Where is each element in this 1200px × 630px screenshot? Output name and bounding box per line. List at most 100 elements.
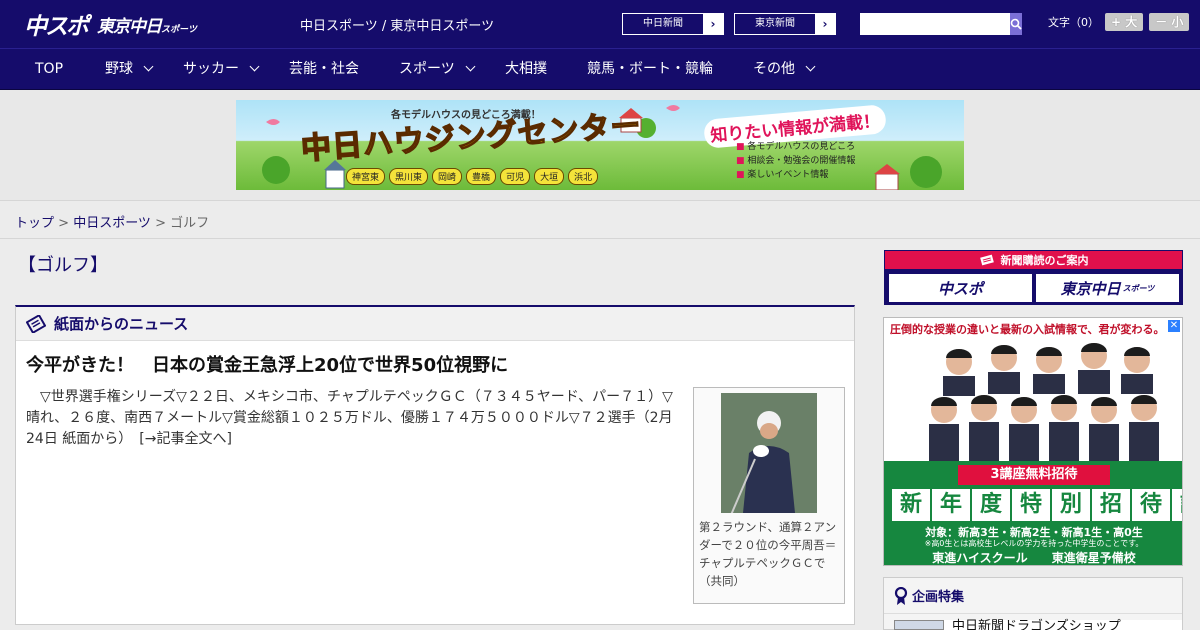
housing-ad-item: 楽しいイベント情報 (736, 168, 855, 182)
feature-label: 企画特集 (912, 590, 965, 605)
toshin-ad-char: 講 (1172, 489, 1182, 521)
golfer-photo-illustration (721, 393, 817, 513)
toshin-ad-tagline: 圧倒的な授業の違いと最新の入試情報で、君が変わる。 (890, 323, 1165, 336)
toshin-ad-char: 年 (932, 489, 970, 521)
feature-item-label: 中日新聞ドラゴンズショップ (952, 619, 1121, 630)
newspaper-icon (26, 314, 46, 333)
toshin-ad-badge: 3講座無料招待 (958, 465, 1110, 485)
nav-label: 大相撲 (505, 61, 547, 77)
chevron-right-icon: › (703, 14, 723, 34)
breadcrumb-section-link[interactable]: 中日スポーツ (73, 216, 151, 231)
nav-item-entertainment[interactable]: 芸能・社会 (289, 49, 359, 90)
chunichi-shimbun-link[interactable]: 中日新聞 › (622, 13, 724, 35)
toshin-ad-char: 特 (1012, 489, 1050, 521)
feature-header: 企画特集 (884, 578, 1182, 614)
toshin-ad-char: 新 (892, 489, 930, 521)
font-size-controls: 文字（0） + 大 － 小 (1048, 13, 1190, 31)
logo-tokyo-sub: スポーツ (161, 24, 197, 35)
font-size-label: 文字（0） (1048, 16, 1099, 29)
toshin-ad-char: 度 (972, 489, 1010, 521)
search-icon (1010, 18, 1022, 30)
news-section-label: 紙面からのニュース (54, 315, 189, 333)
housing-ad-city: 大垣 (534, 168, 565, 185)
toshin-ad-green-panel: 3講座無料招待 新 年 度 特 別 招 待 講 習 対象：新高3生・新高2生・新… (884, 461, 1182, 565)
housing-ad-city: 岡崎 (432, 168, 463, 185)
housing-ad-item: 相談会・勉強会の開催情報 (736, 154, 855, 168)
breadcrumb: トップ > 中日スポーツ > ゴルフ (15, 212, 209, 231)
housing-ad-city: 豊橋 (466, 168, 497, 185)
chevron-down-icon (805, 61, 816, 72)
breadcrumb-separator: > (54, 216, 74, 231)
font-smaller-button[interactable]: － 小 (1149, 13, 1190, 31)
search-button[interactable] (1010, 13, 1022, 35)
photo-caption: 第２ラウンド、通算２アンダーで２０位の今平周吾＝チャプルテペックＧＣで（共同） (699, 520, 837, 588)
housing-ad-city: 可児 (500, 168, 531, 185)
chevron-down-icon (249, 61, 260, 72)
subscription-header: 新聞購読のご案内 (885, 251, 1182, 269)
nav-item-top[interactable]: TOP (35, 49, 63, 90)
nav-label: 競馬・ボート・競輪 (587, 61, 713, 77)
ribbon-icon (894, 586, 908, 605)
housing-center-ad[interactable]: 各モデルハウスの見どころ満載！ 中日ハウジングセンター 知りたい情報が満載！ 各… (236, 100, 964, 190)
read-more-link[interactable]: [→記事全文へ] (139, 431, 232, 447)
font-bigger-button[interactable]: + 大 (1105, 13, 1144, 31)
feature-item[interactable]: 中日新聞ドラゴンズショップ (894, 620, 1182, 630)
housing-ad-cities: 神宮東 黒川東 岡崎 豊橋 可児 大垣 浜北 (346, 168, 599, 185)
subscription-banner[interactable]: 新聞購読のご案内 中スポ 東京中日 スポーツ (884, 250, 1183, 305)
ad-close-icon[interactable]: ✕ (1168, 320, 1180, 332)
nav-item-racing[interactable]: 競馬・ボート・競輪 (587, 49, 713, 90)
nav-item-baseball[interactable]: 野球 (105, 49, 154, 90)
toshin-ad-brand: 東進ハイスクール 東進衛星予備校 (932, 551, 1136, 565)
nav-label: スポーツ (399, 61, 455, 77)
subscription-label: 新聞購読のご案内 (1000, 254, 1089, 267)
chevron-down-icon (143, 61, 154, 72)
toshin-teachers-illustration (929, 343, 1159, 462)
breadcrumb-top-link[interactable]: トップ (15, 216, 54, 231)
tokyo-shimbun-link[interactable]: 東京新聞 › (734, 13, 836, 35)
toshin-ad-note: ※高0生とは高校生レベルの学力を持った中学生のことです。 (924, 539, 1144, 548)
article-photo-box: 第２ラウンド、通算２アンダーで２０位の今平周吾＝チャプルテペックＧＣで（共同） (693, 387, 845, 604)
news-section-header: 紙面からのニュース (16, 307, 854, 341)
nav-label: その他 (753, 61, 795, 77)
logo-chunichi-sports: 中スポ (24, 14, 89, 40)
housing-ad-city: 神宮東 (346, 168, 386, 185)
logo-tokyo-text: 東京中日 (97, 16, 162, 37)
chunichi-shimbun-label: 中日新聞 (643, 18, 683, 29)
search-input[interactable] (860, 13, 1010, 35)
article-photo[interactable] (721, 393, 817, 513)
breadcrumb-separator: > (150, 216, 171, 231)
site-logo[interactable]: 中スポ 東京中日スポーツ (24, 8, 197, 40)
nav-label: TOP (35, 61, 64, 77)
housing-ad-city: 黒川東 (389, 168, 429, 185)
subscribe-logo-right-sub: スポーツ (1122, 283, 1155, 293)
chevron-down-icon (465, 61, 476, 72)
nav-label: 芸能・社会 (289, 61, 359, 77)
subscribe-tokyo-chunichi[interactable]: 東京中日 スポーツ (1036, 274, 1179, 302)
toshin-ad[interactable]: 圧倒的な授業の違いと最新の入試情報で、君が変わる。 ✕ 3講座無料招待 新 年 … (883, 317, 1183, 566)
tokyo-shimbun-label: 東京新聞 (755, 18, 795, 29)
subscribe-logo-left: 中スポ (937, 279, 983, 298)
nav-item-sumo[interactable]: 大相撲 (505, 49, 547, 90)
toshin-ad-char: 待 (1132, 489, 1170, 521)
logo-tokyo-chunichi: 東京中日スポーツ (97, 12, 197, 37)
nav-label: 野球 (105, 61, 133, 77)
subscribe-logo-right: 東京中日 (1060, 279, 1121, 298)
search-form (860, 13, 1022, 35)
toshin-ad-headline: 新 年 度 特 別 招 待 講 習 (892, 489, 1182, 521)
banner-area: 各モデルハウスの見どころ満載！ 中日ハウジングセンター 知りたい情報が満載！ 各… (0, 90, 1200, 200)
top-bar: 中スポ 東京中日スポーツ 中日スポーツ / 東京中日スポーツ 中日新聞 › 東京… (0, 0, 1200, 48)
toshin-ad-char: 招 (1092, 489, 1130, 521)
article-summary: ▽世界選手権シリーズ▽２２日、メキシコ市、チャプルテペックＧＣ（７３４５ヤード、… (26, 389, 673, 447)
nav-item-other[interactable]: その他 (753, 49, 816, 90)
housing-ad-list: 各モデルハウスの見どころ 相談会・勉強会の開催情報 楽しいイベント情報 (736, 140, 855, 182)
toshin-ad-char: 別 (1052, 489, 1090, 521)
main-nav: TOP 野球 サッカー 芸能・社会 スポーツ 大相撲 競馬・ボート・競輪 その他 (0, 48, 1200, 90)
article-title[interactable]: 今平がきた！ 日本の賞金王急浮上20位で世界50位視野に (26, 351, 508, 377)
nav-item-sports[interactable]: スポーツ (399, 49, 476, 90)
site-title[interactable]: 中日スポーツ / 東京中日スポーツ (300, 15, 494, 34)
news-box: 紙面からのニュース 今平がきた！ 日本の賞金王急浮上20位で世界50位視野に ▽… (15, 305, 855, 625)
nav-item-soccer[interactable]: サッカー (183, 49, 260, 90)
ticket-icon (979, 254, 994, 266)
subscribe-chunichi-sports[interactable]: 中スポ (889, 274, 1032, 302)
feature-thumbnail (894, 620, 944, 630)
